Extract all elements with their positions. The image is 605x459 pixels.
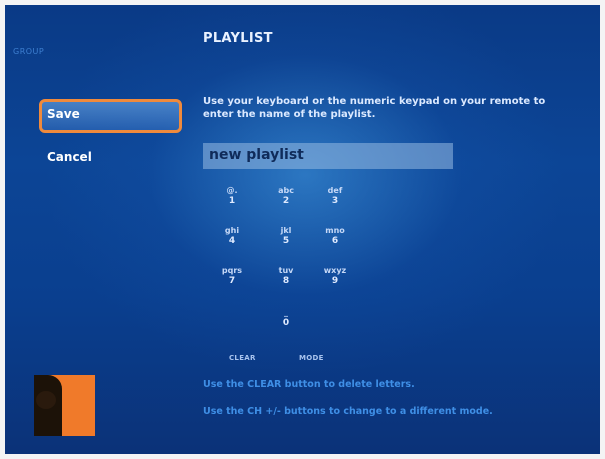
key-letters: mno	[325, 226, 345, 235]
key-letters: pqrs	[221, 266, 243, 275]
key-digit: 2	[282, 196, 290, 206]
key-letters: @.	[226, 186, 238, 195]
key-digit: 8	[282, 276, 290, 286]
key-5[interactable]: jkl 5	[266, 225, 306, 247]
key-9[interactable]: wxyz 9	[315, 265, 355, 287]
media-center-screen: GROUP PLAYLIST Save Cancel Use your keyb…	[5, 5, 600, 454]
key-8[interactable]: tuv 8	[266, 265, 306, 287]
save-button[interactable]: Save	[39, 99, 182, 133]
instructions-text: Use your keyboard or the numeric keypad …	[203, 96, 546, 120]
key-digit: 6	[331, 236, 339, 246]
key-digit: 4	[228, 236, 236, 246]
clear-hint: Use the CLEAR button to delete letters.	[203, 379, 415, 390]
key-letters: ghi	[224, 226, 240, 235]
key-digit: 5	[282, 236, 290, 246]
key-0[interactable]: _ 0	[266, 307, 306, 329]
clear-button[interactable]: CLEAR	[229, 354, 256, 362]
key-digit: 3	[331, 196, 339, 206]
key-3[interactable]: def 3	[315, 185, 355, 207]
back-label[interactable]: GROUP	[13, 47, 44, 56]
key-6[interactable]: mno 6	[315, 225, 355, 247]
key-letters: wxyz	[323, 266, 347, 275]
key-digit: 9	[331, 276, 339, 286]
key-digit: 1	[228, 196, 236, 206]
key-1[interactable]: @. 1	[212, 185, 252, 207]
key-2[interactable]: abc 2	[266, 185, 306, 207]
key-digit: 7	[228, 276, 236, 286]
album-art-head	[36, 391, 56, 409]
page-title: PLAYLIST	[203, 31, 273, 46]
key-letters: jkl	[280, 226, 292, 235]
key-letters: abc	[278, 186, 294, 195]
key-letters: _	[284, 308, 288, 317]
key-7[interactable]: pqrs 7	[212, 265, 252, 287]
key-digit: 0	[282, 318, 290, 328]
mode-button[interactable]: MODE	[299, 354, 324, 362]
key-letters: def	[327, 186, 343, 195]
key-4[interactable]: ghi 4	[212, 225, 252, 247]
album-art	[34, 375, 95, 436]
playlist-name-field[interactable]: new playlist	[203, 143, 453, 169]
mode-hint: Use the CH +/- buttons to change to a di…	[203, 406, 493, 417]
cancel-button[interactable]: Cancel	[41, 143, 184, 169]
key-letters: tuv	[278, 266, 294, 275]
